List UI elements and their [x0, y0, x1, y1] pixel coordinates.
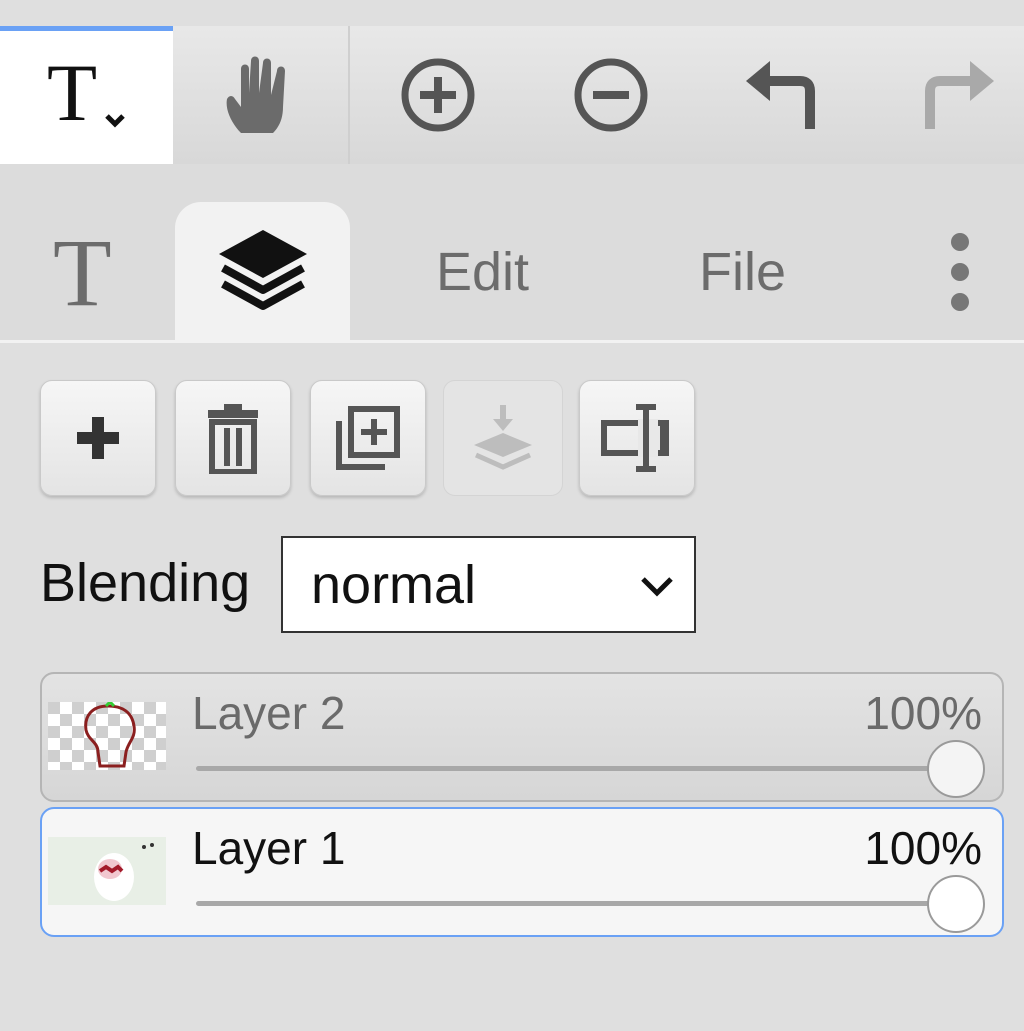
- layer-row-layer-2[interactable]: Layer 2 100%: [40, 672, 1004, 802]
- opacity-slider-track[interactable]: [196, 901, 952, 906]
- text-tool-button[interactable]: T: [0, 26, 173, 164]
- opacity-slider-handle[interactable]: [927, 740, 985, 798]
- tab-edit-label: Edit: [435, 242, 530, 302]
- delete-layer-button[interactable]: [175, 380, 291, 496]
- layer-opacity-value: 100%: [864, 687, 982, 739]
- duplicate-layer-button[interactable]: [310, 380, 426, 496]
- layer-1-thumbnail: [48, 837, 166, 905]
- panel-tabs: T Edit File: [0, 164, 1024, 343]
- rename-icon: [601, 404, 669, 472]
- svg-text:T: T: [47, 48, 97, 138]
- tab-edit[interactable]: Edit: [395, 204, 570, 340]
- toolbar: T: [0, 26, 1024, 166]
- hand-tool-button[interactable]: [173, 26, 348, 164]
- text-t-icon: T: [53, 227, 112, 317]
- tab-file[interactable]: File: [655, 204, 830, 340]
- redo-icon: [925, 61, 994, 129]
- trash-icon: [208, 404, 258, 474]
- merge-down-button[interactable]: [443, 380, 563, 496]
- zoom-in-icon: [401, 58, 475, 132]
- redo-button[interactable]: [888, 26, 1024, 164]
- layer-name: Layer 1: [192, 822, 346, 874]
- rename-layer-button[interactable]: [579, 380, 695, 496]
- blending-select[interactable]: normal: [281, 536, 696, 633]
- plus-icon: [77, 417, 119, 459]
- undo-button[interactable]: [716, 26, 852, 164]
- opacity-slider-handle[interactable]: [927, 875, 985, 933]
- chevron-down-icon: [641, 577, 673, 597]
- more-menu-button[interactable]: [920, 204, 1000, 340]
- layer-name: Layer 2: [192, 687, 346, 739]
- duplicate-icon: [336, 406, 400, 470]
- zoom-out-icon: [574, 58, 648, 132]
- blending-select-value: normal: [311, 554, 477, 615]
- more-vertical-icon: [951, 233, 969, 311]
- tab-layers[interactable]: [175, 202, 350, 340]
- layer-row-layer-1[interactable]: Layer 1 100%: [40, 807, 1004, 937]
- add-layer-button[interactable]: [40, 380, 156, 496]
- tab-text[interactable]: T: [0, 204, 175, 340]
- hand-icon: [226, 56, 285, 133]
- layer-2-thumbnail: [48, 702, 166, 770]
- toolbar-separator: [348, 26, 350, 164]
- opacity-slider-track[interactable]: [196, 766, 952, 771]
- blending-label: Blending: [40, 553, 251, 613]
- layers-icon: [218, 230, 307, 310]
- zoom-out-button[interactable]: [543, 26, 679, 164]
- svg-text:T: T: [53, 227, 112, 317]
- merge-down-icon: [474, 405, 532, 470]
- undo-icon: [746, 61, 815, 129]
- layer-opacity-value: 100%: [864, 822, 982, 874]
- tab-file-label: File: [698, 242, 786, 302]
- zoom-in-button[interactable]: [370, 26, 506, 164]
- text-t-icon: T: [47, 48, 125, 138]
